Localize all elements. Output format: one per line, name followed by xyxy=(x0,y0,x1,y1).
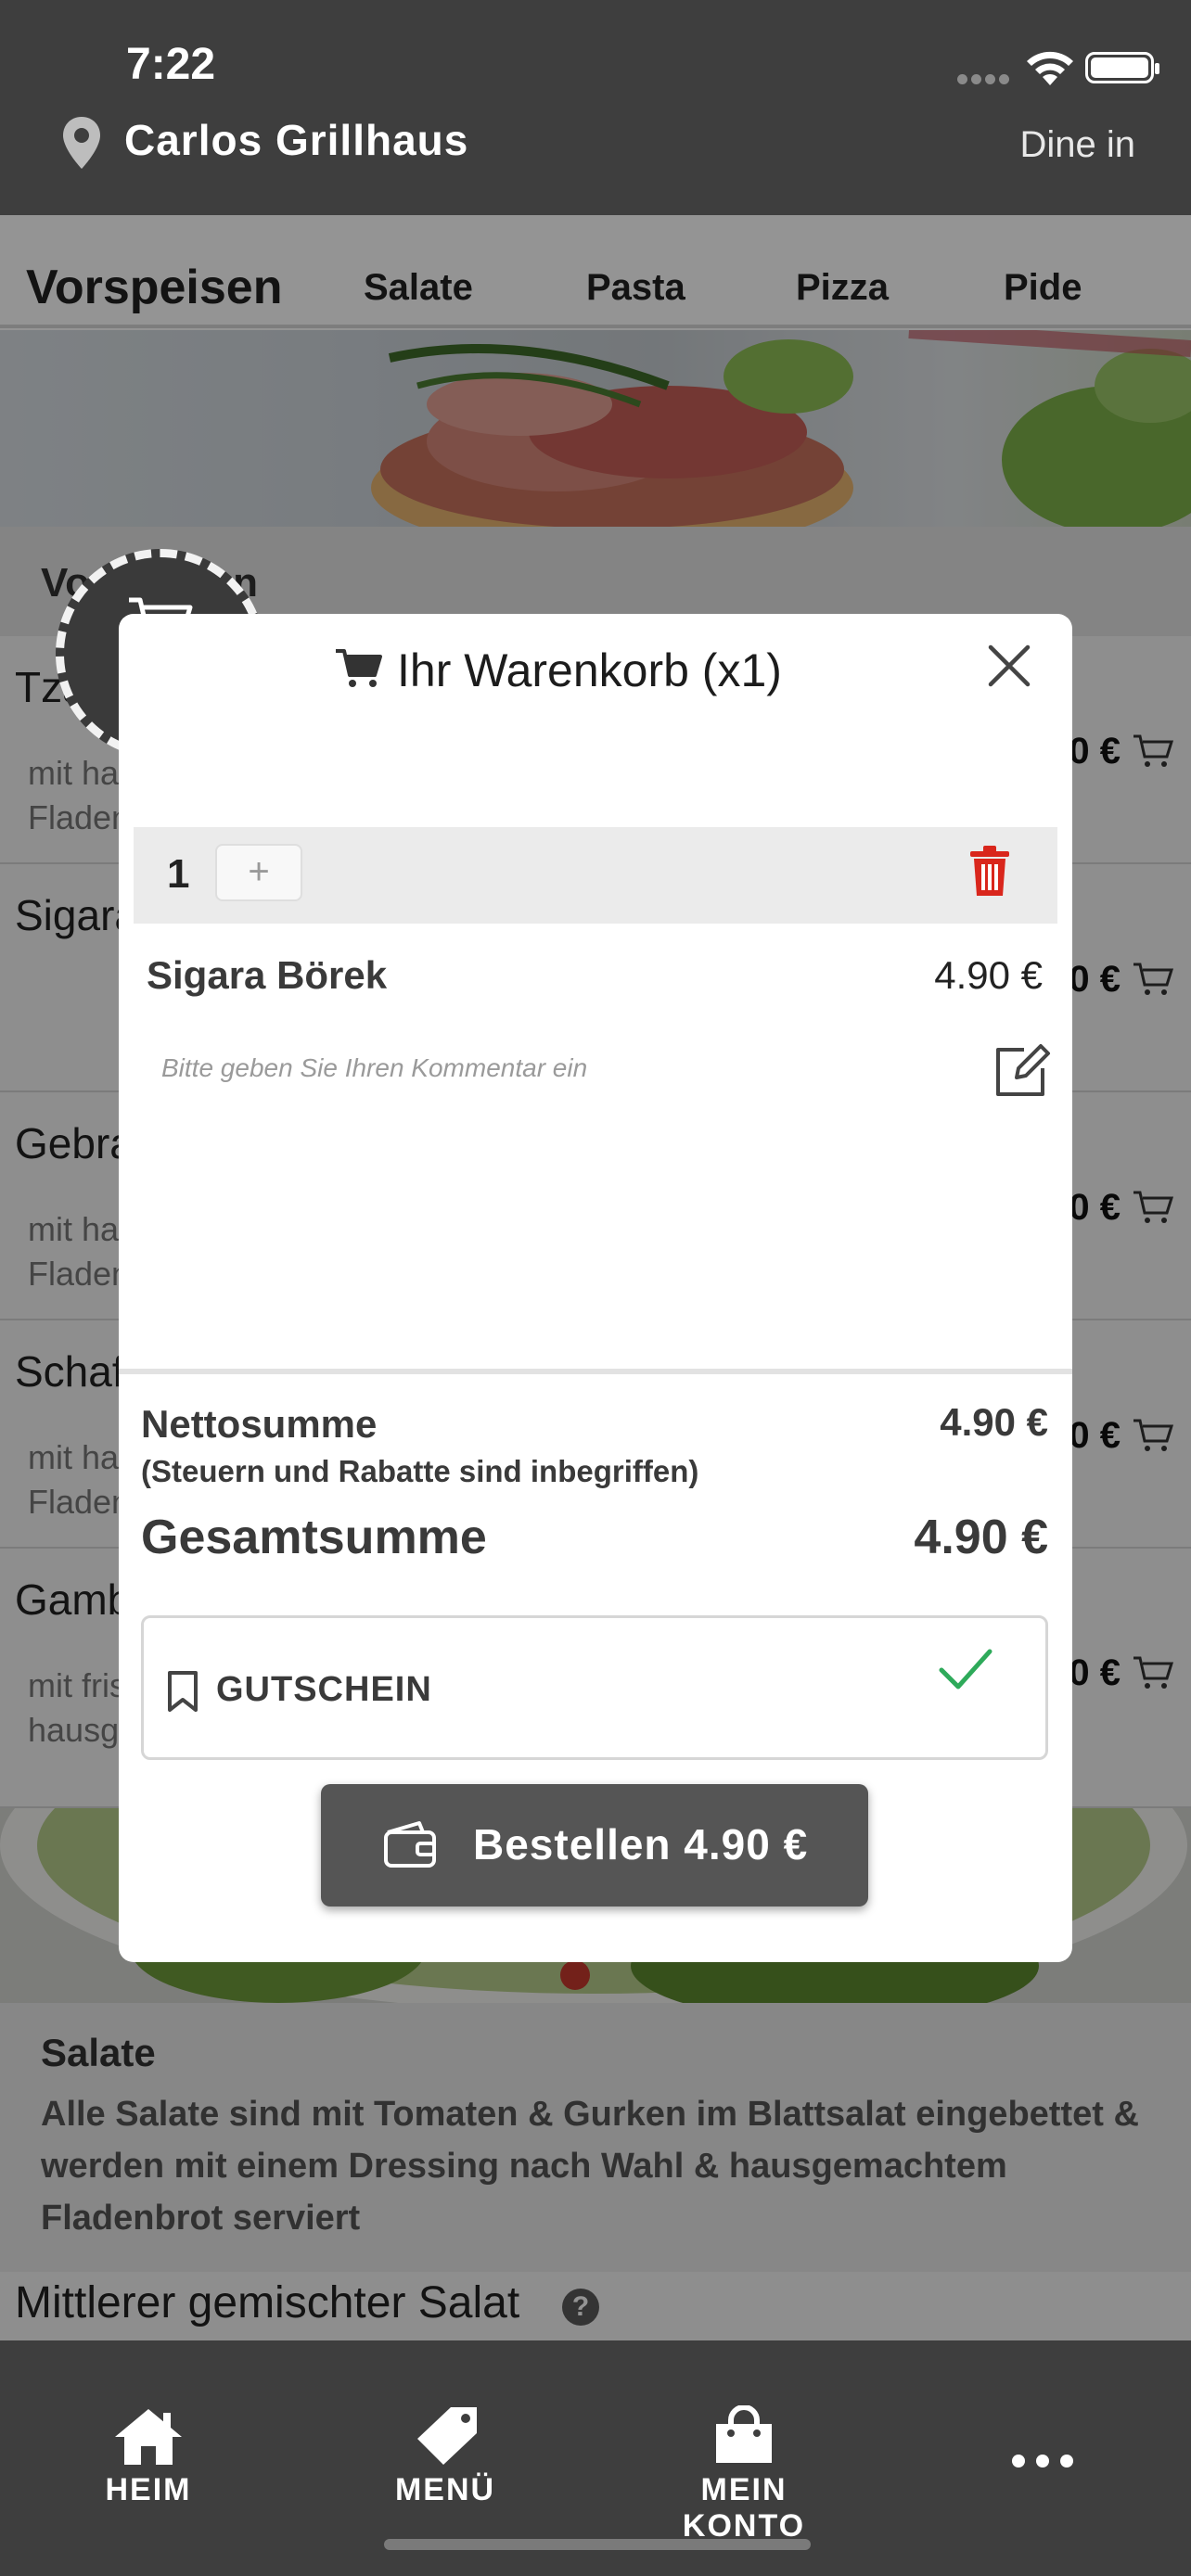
quantity-row: 1 + xyxy=(134,827,1057,924)
nav-more[interactable] xyxy=(941,2452,1145,2476)
nav-home[interactable]: HEIM xyxy=(46,2405,250,2508)
quantity-value: 1 xyxy=(167,851,190,897)
net-total-value: 4.90 € xyxy=(940,1400,1048,1444)
nav-account[interactable]: MEIN KONTO xyxy=(642,2405,846,2544)
place-order-button[interactable]: Bestellen 4.90 € xyxy=(321,1784,868,1906)
net-total-label: Nettosumme xyxy=(141,1402,378,1446)
divider xyxy=(119,1369,1072,1374)
cart-modal: Ihr Warenkorb (x1) 1 + Sigara Börek 4.90… xyxy=(119,614,1072,1962)
grand-total-value: 4.90 € xyxy=(914,1511,1048,1564)
cart-title: Ihr Warenkorb (x1) xyxy=(397,644,782,696)
trash-icon[interactable] xyxy=(968,844,1011,898)
cart-item-price: 4.90 € xyxy=(934,953,1043,997)
cart-icon xyxy=(336,649,382,687)
battery-icon xyxy=(1085,52,1159,83)
voucher-label: GUTSCHEIN xyxy=(216,1670,432,1709)
nav-label: MENÜ xyxy=(394,2472,496,2507)
increase-quantity-button[interactable]: + xyxy=(215,844,302,901)
home-icon xyxy=(115,2409,182,2465)
status-time: 7:22 xyxy=(126,40,216,89)
restaurant-name[interactable]: Carlos Grillhaus xyxy=(124,115,468,165)
place-order-label: Bestellen 4.90 € xyxy=(473,1820,809,1868)
more-icon xyxy=(1012,2455,1073,2468)
close-icon[interactable] xyxy=(983,640,1035,692)
tag-icon xyxy=(417,2407,477,2465)
checkmark-icon[interactable] xyxy=(938,1646,993,1692)
location-pin-icon xyxy=(63,117,100,169)
wifi-icon xyxy=(1027,51,1073,85)
bookmark-icon xyxy=(168,1671,198,1712)
signal-icon xyxy=(957,72,1013,84)
nav-label: MEIN KONTO xyxy=(682,2472,806,2544)
edit-icon[interactable] xyxy=(991,1040,1052,1102)
voucher-field[interactable]: GUTSCHEIN xyxy=(141,1615,1048,1760)
nav-menu[interactable]: MENÜ xyxy=(343,2405,547,2508)
tax-note: (Steuern und Rabatte sind inbegriffen) xyxy=(141,1454,699,1488)
cart-item-name: Sigara Börek xyxy=(147,953,388,997)
comment-input[interactable]: Bitte geben Sie Ihren Kommentar ein xyxy=(161,1053,587,1083)
wallet-icon xyxy=(384,1821,436,1868)
app-header: Carlos Grillhaus Dine in xyxy=(0,111,1191,215)
order-mode-toggle[interactable]: Dine in xyxy=(1019,124,1135,166)
nav-label: HEIM xyxy=(105,2472,192,2507)
home-indicator[interactable] xyxy=(384,2539,811,2550)
grand-total-label: Gesamtsumme xyxy=(141,1511,487,1564)
status-bar: 7:22 xyxy=(0,0,1191,111)
shopping-bag-icon xyxy=(716,2405,772,2463)
